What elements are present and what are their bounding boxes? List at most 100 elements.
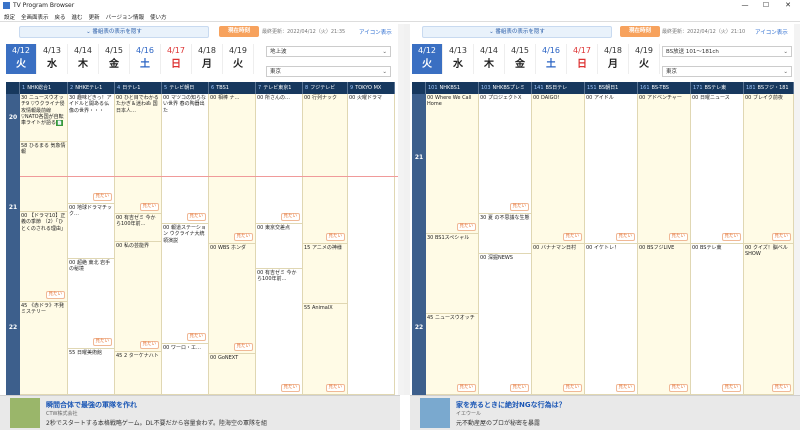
date-selector: 4/12 火 4/13 水 4/14 木 4/15 金 4/16 土 4/17 日 4/18… — [412, 44, 660, 74]
date-tab[interactable]: 4/14 木 — [68, 44, 99, 74]
menu-settings[interactable]: 設定 — [4, 13, 15, 21]
menu-back[interactable]: 戻る — [55, 13, 66, 21]
program-cell[interactable]: 45 《赤ドラ》不発ミステリー — [20, 302, 68, 395]
channel-header-cell: 151 BS朝日1 — [585, 82, 638, 94]
program-cell[interactable]: 00 GoNEXT — [209, 354, 256, 395]
program-cell[interactable]: 00 BSフジLIVE 見たい — [638, 244, 691, 395]
program-grid-right: 00 Where We Call Home 見たい 30 BS1スペシャル 45 … — [426, 94, 798, 395]
area-select[interactable]: 東京 ⌄ — [266, 66, 391, 77]
program-cell[interactable]: 00 ワーロ・エ… — [162, 344, 209, 395]
program-cell[interactable]: 00 【ドラマ10】正義の季節 （2）「ひとくのされる理由」 見たい — [20, 212, 68, 302]
date-tab[interactable]: 4/16 土 — [130, 44, 161, 74]
close-button[interactable]: ✕ — [778, 0, 798, 11]
program-cell[interactable]: 00 地球ドラマチック… — [68, 204, 115, 259]
program-cell[interactable]: 00 WBS ホンダ 見たい — [209, 244, 256, 354]
channel-header-cell: 4 日テレ1 — [115, 82, 162, 94]
chevron-down-icon: ⌄ — [783, 69, 788, 75]
channel-header: 101 NHKBS1 103 NHKBSプレミ 141 BS日テレ 151 BS朝日1 … — [412, 82, 794, 94]
chevron-down-icon: ⌄ — [382, 69, 387, 75]
minimize-button[interactable]: — — [735, 0, 755, 11]
program-cell[interactable]: 58 ひるまる 気象情報 — [20, 142, 68, 212]
program-cell[interactable]: 00 日曜ニュース 見たい — [691, 94, 744, 244]
program-cell[interactable]: 00 報道ステーション ウクライナ大統領演説 見たい — [162, 224, 209, 344]
program-cell[interactable]: 55 日曜美術館 — [68, 349, 115, 395]
program-cell[interactable]: 30 夏 の不思議な生態 — [479, 214, 532, 254]
program-cell[interactable]: 00 所さんの… 見たい — [256, 94, 303, 224]
date-tab[interactable]: 4/15 金 — [505, 44, 536, 74]
maximize-button[interactable]: ☐ — [756, 0, 776, 11]
date-tab[interactable]: 4/19 火 — [629, 44, 660, 74]
left-scrollbar[interactable] — [398, 24, 404, 395]
chevron-down-icon: ⌄ — [382, 49, 387, 55]
date-tab[interactable]: 4/14 木 — [474, 44, 505, 74]
program-cell[interactable]: 00 クイズ！脳ベルSHOW 見たい — [744, 244, 794, 395]
program-cell[interactable]: 00 深掘NEWS 見たい — [479, 254, 532, 395]
ad-thumbnail — [10, 398, 40, 428]
program-cell[interactable]: 00 BSテレ東 見たい — [691, 244, 744, 395]
last-updated: 最終更新：2022/04/12（火）21:10 — [662, 29, 746, 35]
hide-guide-button[interactable]: ⌄ 番組表の表示を隠す — [422, 26, 612, 38]
left-guide-pane: ⌄ 番組表の表示を隠す 現在時刻 最終更新：2022/04/12（火）21:35… — [4, 24, 399, 395]
date-tab[interactable]: 4/13 水 — [37, 44, 68, 74]
program-cell[interactable]: 00 プロジェクトX 見たい — [479, 94, 532, 214]
broadcast-type-select[interactable]: BS放送 101〜181ch ⌄ — [662, 46, 792, 57]
ad-headline[interactable]: 家を売るときに絶対NGな行為は？ — [456, 400, 566, 410]
program-cell[interactable]: 45 2 ターケナハト — [115, 352, 162, 395]
program-cell[interactable]: 30 趣味どきっ！アイドルと開ある仏像の世界・・・ 見たい — [68, 94, 115, 204]
program-cell[interactable]: 00 東京交差点 — [256, 224, 303, 269]
program-cell[interactable]: 00 火曜ドラマ — [348, 94, 395, 395]
program-cell[interactable]: 00 イケトレ！ 見たい — [585, 244, 638, 395]
program-cell[interactable]: 00 ひと目でわかるたかぎ＆迷わぬ 国 日本人… 見たい — [115, 94, 162, 214]
area-select[interactable]: 東京 ⌄ — [662, 66, 792, 77]
date-tab[interactable]: 4/15 金 — [99, 44, 130, 74]
date-tab[interactable]: 4/16 土 — [536, 44, 567, 74]
date-tab[interactable]: 4/18 月 — [192, 44, 223, 74]
channel-header: 1 NHK総合1 2 NHKEテレ1 4 日テレ1 5 テレビ朝日 6 TBS1 7 テレビ… — [6, 82, 395, 94]
program-cell[interactable]: 30 BS1スペシャル — [426, 234, 479, 314]
ad-banner-right[interactable]: 家を売るときに絶対NGな行為は？ イエウール 元不動産屋のプロが秘密を暴露 — [410, 395, 800, 430]
menu-refresh[interactable]: 更新 — [89, 13, 100, 21]
icon-display-toggle[interactable]: アイコン表示 — [359, 28, 392, 36]
broadcast-type-select[interactable]: 地上波 ⌄ — [266, 46, 391, 57]
icon-display-toggle[interactable]: アイコン表示 — [755, 28, 788, 36]
ad-banner-left[interactable]: 瞬間合体で最強の軍隊を作れ CTW株式会社 2秒でスタートする本格戦略ゲーム。D… — [0, 395, 400, 430]
program-cell[interactable]: 00 アイドル 見たい — [585, 94, 638, 244]
menu-howto[interactable]: 使い方 — [150, 13, 167, 21]
date-tab[interactable]: 4/12 火 — [6, 44, 37, 74]
date-tab[interactable]: 4/13 水 — [443, 44, 474, 74]
program-cell[interactable]: 00 アドベンチャー 見たい — [638, 94, 691, 244]
program-cell[interactable]: 00 バナナマン日村 見たい — [532, 244, 585, 395]
hide-guide-button[interactable]: ⌄ 番組表の表示を隠す — [19, 26, 209, 38]
date-tab[interactable]: 4/18 月 — [598, 44, 629, 74]
menu-fullscreen[interactable]: 全画面表示 — [21, 13, 49, 21]
right-scrollbar[interactable] — [794, 24, 800, 395]
program-cell[interactable]: 00 マツコの知らない世界 春の陶器出た 見たい — [162, 94, 209, 224]
program-cell[interactable]: 00 Where We Call Home 見たい — [426, 94, 479, 234]
program-cell[interactable]: 55 AnimalX 見たい — [303, 304, 348, 395]
program-cell[interactable]: 00 私の芸能界 見たい — [115, 242, 162, 352]
program-cell[interactable]: 45 ニュースウオッチ 見たい — [426, 314, 479, 395]
menu-version[interactable]: バージョン情報 — [106, 13, 144, 21]
program-cell[interactable]: 00 行列ナック 見たい — [303, 94, 348, 244]
current-time-line — [20, 176, 399, 177]
program-cell[interactable]: 00 有吉ゼミ 今から100年前… 見たい — [256, 269, 303, 395]
last-updated: 最終更新：2022/04/12（火）21:35 — [262, 29, 346, 35]
date-tab[interactable]: 4/12 火 — [412, 44, 443, 74]
channel-header-cell: 101 NHKBS1 — [426, 82, 479, 94]
program-cell[interactable]: 30 ニュースウオッチ9 ▽ウクライナ侵攻情報最前線 ▽NATO各国が自転車ライ… — [20, 94, 68, 142]
hour-column: 21 22 — [412, 94, 426, 395]
channel-header-cell: 181 BSフジ・181 — [744, 82, 794, 94]
date-tab[interactable]: 4/17 日 — [567, 44, 598, 74]
program-cell[interactable]: 00 ブレイク前夜 見たい — [744, 94, 794, 244]
program-cell[interactable]: 00 相棒 ナ… 見たい — [209, 94, 256, 244]
now-button[interactable]: 現在時刻 — [620, 26, 660, 37]
program-cell[interactable]: 00 超絶 東北 岩手の秘境 見たい — [68, 259, 115, 349]
program-cell[interactable]: 15 アニメの神様 — [303, 244, 348, 304]
program-cell[interactable]: 00 DAIGO! 見たい — [532, 94, 585, 244]
menu-forward[interactable]: 進む — [72, 13, 83, 21]
date-tab[interactable]: 4/19 火 — [223, 44, 254, 74]
ad-headline[interactable]: 瞬間合体で最強の軍隊を作れ — [46, 400, 137, 410]
program-cell[interactable]: 00 有吉ゼミ 今から100年前… — [115, 214, 162, 242]
now-button[interactable]: 現在時刻 — [219, 26, 259, 37]
date-tab[interactable]: 4/17 日 — [161, 44, 192, 74]
